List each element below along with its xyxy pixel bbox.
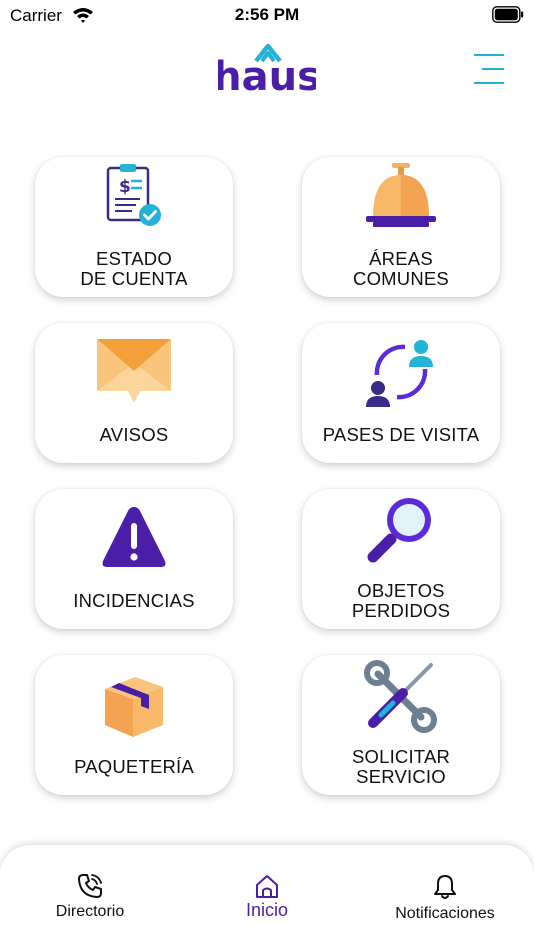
nav-label: Notificaciones bbox=[395, 905, 495, 922]
app-logo: haus bbox=[213, 42, 321, 100]
logo-text: haus bbox=[218, 54, 316, 98]
tile-objetos-perdidos[interactable]: OBJETOS PERDIDOS bbox=[302, 489, 500, 629]
tile-label: PASES DE VISITA bbox=[322, 424, 480, 445]
home-icon bbox=[256, 875, 278, 898]
battery-icon bbox=[492, 6, 524, 23]
tile-incidencias[interactable]: INCIDENCIAS bbox=[35, 489, 233, 629]
nav-item-inicio[interactable]: Inicio bbox=[207, 845, 327, 950]
clipboard-invoice-icon: $ bbox=[106, 164, 161, 226]
haus-logo-icon: haus bbox=[213, 43, 321, 100]
nav-label: Inicio bbox=[245, 900, 289, 920]
nav-item-directorio[interactable]: Directorio bbox=[30, 845, 150, 950]
svg-text:$: $ bbox=[119, 177, 131, 197]
tile-pases-de-visita[interactable]: PASES DE VISITA bbox=[302, 323, 500, 463]
bottom-navigation: Directorio Inicio Notificaciones bbox=[0, 845, 534, 950]
bell-icon bbox=[434, 875, 456, 899]
magnifier-icon bbox=[367, 498, 431, 563]
status-bar: Carrier 2:56 PM bbox=[0, 0, 534, 30]
tile-label: SOLICITAR SERVICIO bbox=[351, 746, 451, 787]
tile-label: OBJETOS PERDIDOS bbox=[351, 580, 451, 621]
hamburger-menu-icon bbox=[474, 54, 504, 84]
phone-icon bbox=[78, 874, 102, 898]
tile-label: PAQUETERÍA bbox=[74, 756, 194, 777]
warning-icon bbox=[102, 507, 166, 567]
tools-icon bbox=[364, 660, 437, 733]
visitor-exchange-icon bbox=[366, 340, 433, 407]
tile-estado-de-cuenta[interactable]: $ ESTADO DE CUENTA bbox=[35, 157, 233, 297]
tile-label: AVISOS bbox=[99, 424, 169, 445]
tile-areas-comunes[interactable]: ÁREAS COMUNES bbox=[302, 157, 500, 297]
status-time: 2:56 PM bbox=[234, 5, 300, 24]
tile-paqueteria[interactable]: PAQUETERÍA bbox=[35, 655, 233, 795]
nav-label: Directorio bbox=[55, 903, 125, 920]
tile-avisos[interactable]: AVISOS bbox=[35, 323, 233, 463]
tile-label: ESTADO DE CUENTA bbox=[80, 248, 188, 289]
package-icon bbox=[105, 677, 163, 737]
envelope-icon bbox=[97, 339, 171, 403]
service-bell-icon bbox=[366, 163, 436, 227]
tile-label: ÁREAS COMUNES bbox=[353, 248, 449, 289]
menu-button[interactable] bbox=[470, 52, 506, 86]
nav-item-notificaciones[interactable]: Notificaciones bbox=[380, 845, 510, 950]
tile-solicitar-servicio[interactable]: SOLICITAR SERVICIO bbox=[302, 655, 500, 795]
tile-label: INCIDENCIAS bbox=[73, 590, 195, 611]
